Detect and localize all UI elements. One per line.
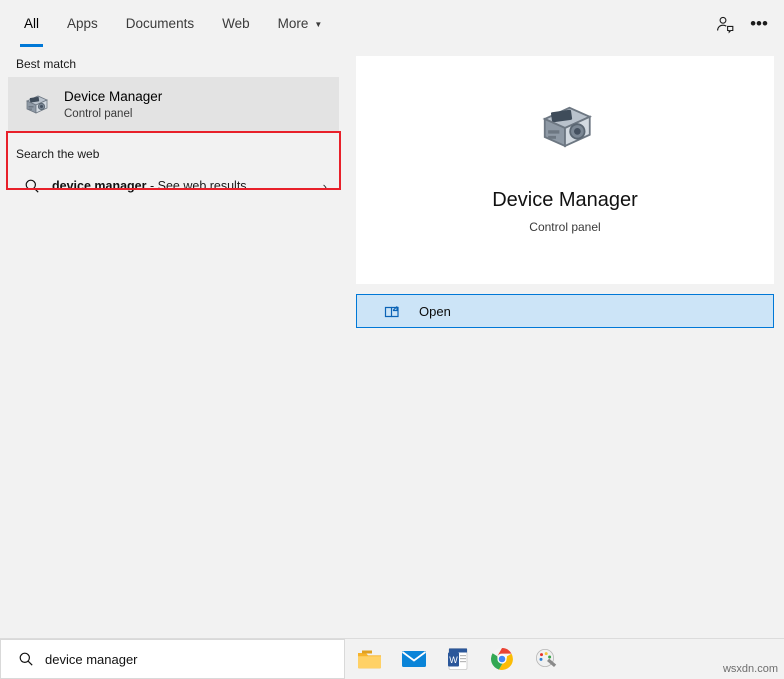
result-text: Device Manager Control panel	[64, 89, 162, 122]
tab-more-label: More	[277, 16, 309, 31]
device-manager-icon	[18, 87, 54, 123]
tab-apps-label: Apps	[67, 16, 98, 31]
taskbar-icons: W	[355, 639, 561, 679]
result-item-device-manager[interactable]: Device Manager Control panel	[8, 77, 339, 133]
result-item-web-search[interactable]: device manager - See web results ›	[6, 167, 341, 205]
tab-all-label: All	[24, 16, 40, 31]
filter-tabs: All Apps Documents Web More ▼	[0, 0, 784, 47]
search-input[interactable]	[43, 650, 307, 668]
ellipsis-glyph: •••	[750, 13, 768, 33]
tab-documents-label: Documents	[125, 16, 195, 31]
tab-more[interactable]: More ▼	[264, 0, 337, 47]
results-pane: Best match Device Manager Control panel …	[0, 47, 347, 639]
preview-subtitle: Control panel	[529, 220, 601, 234]
preview-card: Device Manager Control panel	[356, 56, 774, 284]
result-subtitle: Control panel	[64, 107, 133, 120]
preview-title: Device Manager	[492, 189, 638, 211]
open-action-button[interactable]: Open	[356, 294, 774, 328]
search-web-header: Search the web	[16, 147, 100, 161]
tab-web[interactable]: Web	[208, 0, 264, 47]
best-match-header: Best match	[16, 57, 77, 71]
web-result-query: device manager	[52, 179, 147, 193]
tab-web-label: Web	[222, 16, 250, 31]
mail-icon[interactable]	[399, 644, 429, 674]
svg-text:W: W	[449, 655, 458, 665]
web-result-text: device manager - See web results	[52, 179, 247, 193]
tab-all[interactable]: All	[10, 0, 53, 47]
tab-apps[interactable]: Apps	[53, 0, 112, 47]
search-icon	[18, 172, 46, 200]
search-icon	[9, 651, 43, 667]
watermark: wsxdn.com	[722, 663, 778, 675]
tab-documents[interactable]: Documents	[112, 0, 208, 47]
device-manager-icon	[529, 92, 601, 167]
preview-pane: Device Manager Control panel Open	[347, 47, 784, 639]
chevron-down-icon: ▼	[314, 19, 323, 29]
ellipsis-icon[interactable]: •••	[742, 7, 776, 41]
search-box[interactable]	[0, 639, 345, 679]
feedback-person-icon[interactable]	[708, 7, 742, 41]
file-explorer-icon[interactable]	[355, 644, 385, 674]
web-result-suffix: - See web results	[149, 179, 247, 193]
result-title: Device Manager	[64, 88, 163, 104]
topbar-actions: •••	[708, 0, 776, 47]
search-filter-bar: All Apps Documents Web More ▼ •••	[0, 0, 784, 48]
chrome-icon[interactable]	[487, 644, 517, 674]
paint-icon[interactable]	[531, 644, 561, 674]
open-external-icon	[375, 304, 409, 318]
chevron-right-icon[interactable]: ›	[323, 179, 327, 194]
best-match-group: Device Manager Control panel	[2, 77, 345, 133]
taskbar: W	[0, 638, 784, 679]
word-icon[interactable]: W	[443, 644, 473, 674]
open-action-label: Open	[419, 303, 451, 319]
